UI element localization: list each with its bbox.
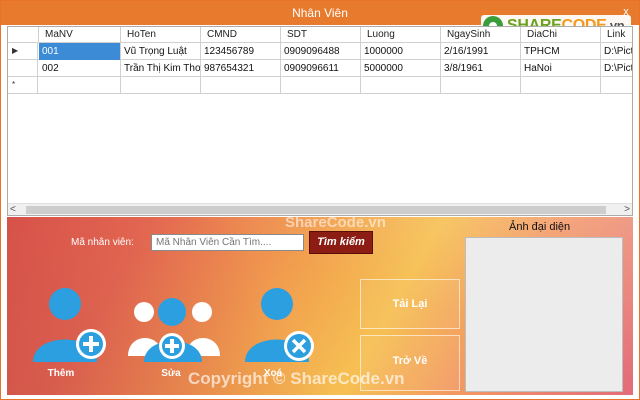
column-header-diachi[interactable]: DiaChi	[521, 27, 601, 43]
avatar-label: Ảnh đại diện	[509, 221, 571, 233]
table-row[interactable]: ▶ 001 Vũ Trọng Luật 123456789 0909096488…	[8, 43, 632, 60]
column-header-cmnd[interactable]: CMND	[201, 27, 281, 43]
column-header-hoten[interactable]: HoTen	[121, 27, 201, 43]
table-cell[interactable]	[201, 77, 281, 94]
table-cell[interactable]: 001	[39, 43, 121, 60]
add-employee-button[interactable]: Thêm	[23, 284, 123, 384]
new-row-marker[interactable]: *	[8, 77, 38, 94]
scroll-left-icon[interactable]: <	[10, 204, 16, 215]
grid-header: MaNV HoTen CMND SDT Luong NgaySinh DiaCh…	[8, 27, 632, 43]
table-cell[interactable]: 0909096488	[281, 43, 361, 60]
table-cell[interactable]	[121, 77, 201, 94]
column-header-ngaysinh[interactable]: NgaySinh	[441, 27, 521, 43]
table-cell[interactable]: 3/8/1961	[441, 60, 521, 77]
table-cell[interactable]	[601, 77, 632, 94]
table-cell[interactable]: 1000000	[361, 43, 441, 60]
table-cell[interactable]: Trần Thị Kim Thoa	[121, 60, 201, 77]
table-row[interactable]: 002 Trần Thị Kim Thoa 987654321 09090966…	[8, 60, 632, 77]
employee-id-search-input[interactable]	[151, 234, 304, 251]
table-cell[interactable]: 0909096611	[281, 60, 361, 77]
new-row[interactable]: *	[8, 77, 632, 94]
table-cell[interactable]	[441, 77, 521, 94]
column-header-link[interactable]: Link	[601, 27, 632, 43]
add-label: Thêm	[47, 368, 75, 379]
user-add-icon	[33, 288, 106, 362]
table-cell[interactable]	[39, 77, 121, 94]
scroll-right-icon[interactable]: >	[624, 204, 630, 215]
table-cell[interactable]: D:\Pictu	[601, 60, 632, 77]
table-cell[interactable]: D:\Pictu	[601, 43, 632, 60]
users-edit-icon	[128, 298, 220, 362]
column-header-manv[interactable]: MaNV	[39, 27, 121, 43]
search-button[interactable]: Tìm kiếm	[309, 231, 373, 254]
selected-row-marker[interactable]: ▶	[8, 43, 38, 60]
scroll-thumb[interactable]	[26, 206, 606, 214]
table-cell[interactable]: 5000000	[361, 60, 441, 77]
table-cell[interactable]: 002	[39, 60, 121, 77]
employee-id-label: Mã nhân viên:	[71, 237, 134, 248]
grid-corner	[8, 27, 39, 43]
copyright-watermark: Copyright © ShareCode.vn	[188, 369, 405, 388]
row-header[interactable]	[8, 60, 38, 77]
main-window: Nhân Viên x SHARECODE.vn MaNV HoTen CMND…	[0, 0, 640, 400]
employee-grid[interactable]: MaNV HoTen CMND SDT Luong NgaySinh DiaCh…	[7, 26, 633, 216]
table-cell[interactable]: 123456789	[201, 43, 281, 60]
column-header-luong[interactable]: Luong	[361, 27, 441, 43]
table-cell[interactable]: 987654321	[201, 60, 281, 77]
table-cell[interactable]	[521, 77, 601, 94]
avatar-picture-box[interactable]	[465, 237, 623, 392]
watermark: ShareCode.vn	[285, 214, 386, 231]
reload-button[interactable]: Tải Lại	[360, 279, 460, 329]
user-delete-icon	[245, 288, 314, 362]
table-cell[interactable]: TPHCM	[521, 43, 601, 60]
table-cell[interactable]	[361, 77, 441, 94]
table-cell[interactable]: 2/16/1991	[441, 43, 521, 60]
table-cell[interactable]: Vũ Trọng Luật	[121, 43, 201, 60]
table-cell[interactable]: HaNoi	[521, 60, 601, 77]
table-cell[interactable]	[281, 77, 361, 94]
column-header-sdt[interactable]: SDT	[281, 27, 361, 43]
